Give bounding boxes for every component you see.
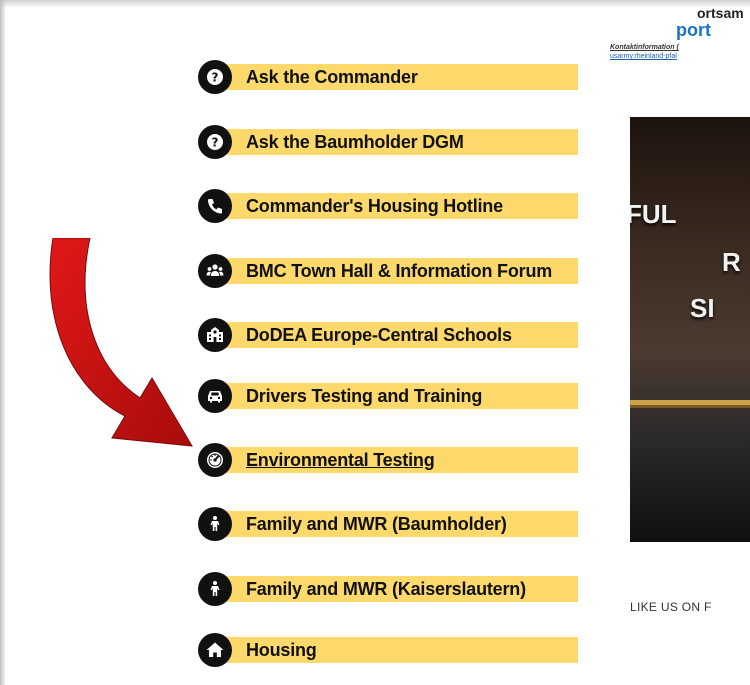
link-ask-the-baumholder-dgm[interactable]: ? Ask the Baumholder DGM	[198, 125, 583, 159]
school-icon	[198, 318, 232, 352]
link-family-mwr-kaiserslautern[interactable]: Family and MWR (Kaiserslautern)	[198, 572, 583, 606]
top-edge-shadow	[0, 0, 750, 8]
link-label: Family and MWR (Baumholder)	[246, 514, 507, 534]
ortsamt-heading: ortsam	[697, 5, 744, 21]
question-icon: ?	[198, 125, 232, 159]
link-label: Commander's Housing Hotline	[246, 196, 503, 216]
promo-line-3: SI	[690, 293, 715, 323]
link-ask-the-commander[interactable]: ? Ask the Commander	[198, 60, 583, 94]
promo-image[interactable]: FUL R SI	[630, 117, 750, 542]
link-dodea-schools[interactable]: DoDEA Europe-Central Schools	[198, 318, 583, 352]
question-icon: ?	[198, 60, 232, 94]
link-label: Drivers Testing and Training	[246, 386, 483, 406]
child-icon	[198, 572, 232, 606]
contact-url-link[interactable]: usarmy.rheinland-pfal	[610, 53, 677, 60]
promo-line-2: R	[722, 247, 741, 277]
car-icon	[198, 379, 232, 413]
red-arrow-icon	[49, 238, 193, 447]
gauge-icon	[198, 443, 232, 477]
link-drivers-testing[interactable]: Drivers Testing and Training	[198, 379, 583, 413]
people-icon	[198, 254, 232, 288]
link-environmental-testing[interactable]: Environmental Testing	[198, 443, 583, 477]
left-edge-shadow	[0, 0, 6, 685]
link-label: BMC Town Hall & Information Forum	[246, 261, 553, 281]
promo-line-1: FUL	[630, 199, 677, 229]
home-icon	[198, 633, 232, 667]
key-icon	[630, 400, 750, 408]
link-label: Family and MWR (Kaiserslautern)	[246, 579, 526, 599]
link-label: DoDEA Europe-Central Schools	[246, 325, 512, 345]
link-bmc-town-hall[interactable]: BMC Town Hall & Information Forum	[198, 254, 583, 288]
phone-icon	[198, 189, 232, 223]
child-icon	[198, 507, 232, 541]
link-label: Ask the Baumholder DGM	[246, 132, 464, 152]
portal-link[interactable]: port	[676, 20, 711, 41]
like-us-text[interactable]: LIKE US ON F	[630, 600, 712, 614]
link-family-mwr-baumholder[interactable]: Family and MWR (Baumholder)	[198, 507, 583, 541]
svg-text:?: ?	[212, 136, 219, 150]
link-housing[interactable]: Housing	[198, 633, 583, 667]
link-label: Housing	[246, 640, 317, 660]
contact-info-link[interactable]: Kontaktinformation (	[610, 44, 679, 51]
link-label: Environmental Testing	[246, 450, 435, 470]
link-label: Ask the Commander	[246, 67, 418, 87]
svg-text:?: ?	[212, 71, 219, 85]
link-commanders-housing-hotline[interactable]: Commander's Housing Hotline	[198, 189, 583, 223]
